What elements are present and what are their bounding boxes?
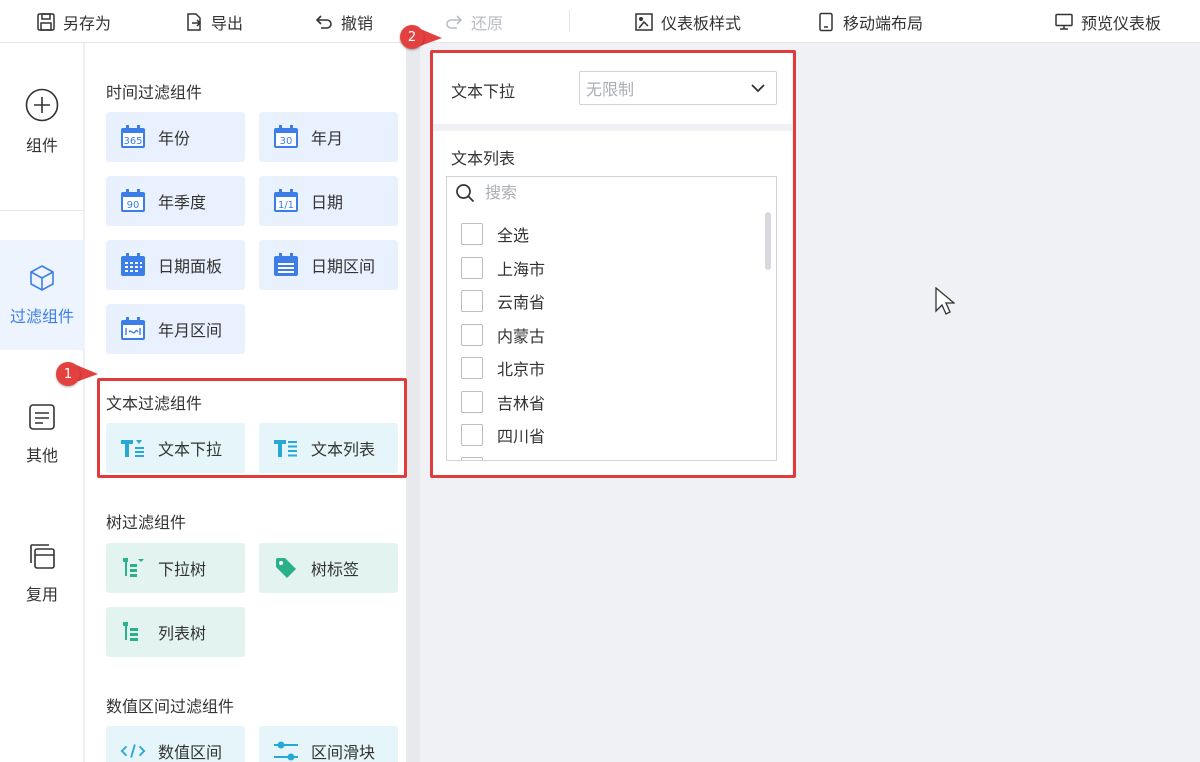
nav-others-label: 其他 (25, 446, 58, 465)
redo-label: 还原 (471, 13, 504, 33)
nav-others[interactable]: 其他 (0, 402, 84, 466)
dropdown-tree-icon (120, 555, 146, 581)
chip-dropdown-tree[interactable]: 下拉树 (106, 543, 245, 593)
chip-year-month-range[interactable]: 年月区间 (106, 304, 245, 354)
note-icon (29, 404, 55, 430)
section-title-number: 数值区间过滤组件 (106, 697, 235, 716)
nav-components[interactable]: 组件 (0, 88, 84, 156)
chip-year-label: 年份 (158, 129, 191, 148)
chip-year[interactable]: 365 年份 (106, 112, 245, 162)
chip-range-slider[interactable]: 区间滑块 (259, 726, 398, 762)
nav-filter-components[interactable]: 过滤组件 (0, 240, 84, 350)
nav-divider (0, 210, 84, 211)
section-title-tree: 树过滤组件 (106, 513, 187, 532)
annotation-box-1 (97, 378, 407, 478)
chip-date-range[interactable]: 日期区间 (259, 240, 398, 290)
chip-date-range-label: 日期区间 (311, 257, 376, 276)
toolbar-divider (569, 10, 570, 32)
chip-year-month-range-label: 年月区间 (158, 321, 223, 340)
slider-icon (273, 738, 299, 762)
undo-label: 撤销 (341, 13, 374, 33)
chip-date-panel-label: 日期面板 (158, 257, 223, 276)
chip-year-quarter[interactable]: 90 年季度 (106, 176, 245, 226)
mobile-layout-label: 移动端布局 (843, 13, 924, 33)
save-icon (37, 12, 55, 31)
chip-list-tree-label: 列表树 (158, 624, 207, 643)
calendar-range-icon (273, 252, 299, 278)
export-label: 导出 (211, 13, 244, 33)
undo-button[interactable]: 撤销 (314, 0, 373, 43)
style-icon (635, 12, 653, 31)
svg-text:1/1: 1/1 (278, 200, 294, 211)
dashboard-style-button[interactable]: 仪表板样式 (634, 0, 741, 43)
calendar-365-icon: 365 (120, 124, 146, 150)
chip-year-month-label: 年月 (311, 129, 344, 148)
tag-icon (273, 555, 299, 581)
section-title-time: 时间过滤组件 (106, 83, 203, 102)
mobile-icon (819, 12, 833, 31)
nav-reuse[interactable]: 复用 (0, 541, 84, 605)
mouse-cursor-icon (935, 287, 955, 315)
list-tree-icon (120, 619, 146, 645)
panel-edge (406, 43, 420, 762)
monitor-icon (1055, 13, 1073, 30)
chip-tree-tag-label: 树标签 (311, 560, 360, 579)
nav-filter-label: 过滤组件 (9, 307, 74, 326)
chip-range-slider-label: 区间滑块 (311, 743, 376, 762)
chip-date-label: 日期 (311, 193, 344, 212)
chip-tree-tag[interactable]: 树标签 (259, 543, 398, 593)
svg-text:90: 90 (127, 200, 140, 211)
calendar-day-icon: 1/1 (273, 188, 299, 214)
preview-dashboard-button[interactable]: 预览仪表板 (1054, 0, 1161, 43)
code-icon (120, 738, 146, 762)
cube-icon (30, 265, 54, 291)
svg-text:365: 365 (123, 136, 142, 147)
calendar-month-range-icon (120, 316, 146, 342)
copy-icon (30, 544, 55, 569)
chip-dropdown-tree-label: 下拉树 (158, 560, 207, 579)
left-nav: 组件 过滤组件 其他 复用 (0, 43, 84, 762)
calendar-grid-icon (120, 252, 146, 278)
nav-reuse-label: 复用 (25, 585, 58, 604)
nav-components-label: 组件 (25, 136, 58, 155)
annotation-box-2 (430, 50, 796, 478)
annotation-badge-2: 2 (400, 25, 424, 49)
chip-list-tree[interactable]: 列表树 (106, 607, 245, 657)
redo-button[interactable]: 还原 (444, 0, 503, 43)
export-button[interactable]: 导出 (184, 0, 243, 43)
export-icon (187, 12, 202, 31)
dashboard-style-label: 仪表板样式 (661, 13, 742, 33)
annotation-badge-1: 1 (56, 362, 80, 386)
undo-icon (315, 14, 332, 29)
chip-date[interactable]: 1/1 日期 (259, 176, 398, 226)
preview-label: 预览仪表板 (1081, 13, 1162, 33)
top-toolbar: 另存为 导出 撤销 还原 仪表板样式 移动端布局 预览仪表板 (0, 0, 1200, 43)
chip-date-panel[interactable]: 日期面板 (106, 240, 245, 290)
chip-year-month[interactable]: 30 年月 (259, 112, 398, 162)
chip-number-range[interactable]: 数值区间 (106, 726, 245, 762)
chip-number-range-label: 数值区间 (158, 743, 223, 762)
badge-2-number: 2 (407, 29, 417, 45)
save-as-button[interactable]: 另存为 (36, 0, 111, 43)
svg-text:30: 30 (280, 136, 293, 147)
calendar-90-icon: 90 (120, 188, 146, 214)
chip-year-quarter-label: 年季度 (158, 193, 207, 212)
calendar-30-icon: 30 (273, 124, 299, 150)
badge-1-number: 1 (63, 366, 73, 382)
mobile-layout-button[interactable]: 移动端布局 (816, 0, 923, 43)
plus-circle-icon (25, 88, 59, 122)
save-as-label: 另存为 (63, 13, 112, 33)
